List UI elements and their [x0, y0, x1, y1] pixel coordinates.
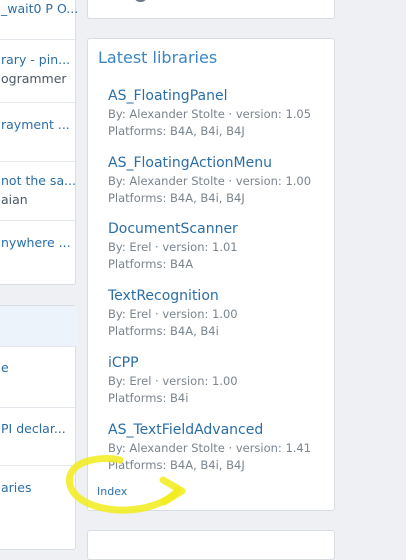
library-platforms: Platforms: B4A, B4i [108, 324, 219, 338]
library-name-link[interactable]: AS_TextFieldAdvanced [108, 421, 333, 440]
list-item-line1: nywhere ... [1, 235, 71, 250]
library-author: By: Alexander Stolte · version: 1.41 [108, 441, 312, 455]
library-item: AS_FloatingPanel By: Alexander Stolte · … [108, 87, 333, 140]
list-item-line1: e [1, 360, 9, 375]
library-author: By: Erel · version: 1.00 [108, 307, 238, 321]
search-icon[interactable] [134, 0, 147, 2]
library-author: By: Alexander Stolte · version: 1.05 [108, 107, 312, 121]
library-author: By: Erel · version: 1.01 [108, 240, 238, 254]
list-item[interactable]: rayment ... [0, 102, 77, 162]
left-secondary-list: e PI declar... aries [0, 305, 77, 550]
library-item: AS_TextFieldAdvanced By: Alexander Stolt… [108, 421, 333, 474]
panel-title: Latest libraries [98, 48, 218, 67]
library-platforms: Platforms: B4A, B4i, B4J [108, 458, 245, 472]
library-platforms: Platforms: B4A, B4i, B4J [108, 124, 245, 138]
list-item-line1: _wait0 P O... [1, 1, 77, 16]
list-item-line2: aian [1, 192, 28, 207]
list-item-line1: rayment ... [1, 117, 70, 132]
list-item-line1: not the sa... [1, 173, 77, 188]
library-name-link[interactable]: DocumentScanner [108, 220, 333, 239]
library-item: DocumentScanner By: Erel · version: 1.01… [108, 220, 333, 273]
library-platforms: Platforms: B4A [108, 257, 194, 271]
bottom-right-panel [87, 530, 335, 560]
library-name-link[interactable]: AS_FloatingPanel [108, 87, 333, 106]
list-item-line1: rary - pin... [1, 52, 71, 67]
list-item-line2: ogrammer [1, 71, 67, 86]
library-name-link[interactable]: TextRecognition [108, 287, 333, 306]
index-link[interactable]: Index [97, 485, 127, 498]
library-name-link[interactable]: AS_FloatingActionMenu [108, 154, 333, 173]
library-platforms: Platforms: B4A, B4i, B4J [108, 191, 245, 205]
list-item[interactable]: e [0, 346, 77, 407]
list-item[interactable]: rary - pin... ogrammer [0, 39, 77, 100]
library-item: TextRecognition By: Erel · version: 1.00… [108, 287, 333, 340]
list-item[interactable]: nywhere ... [0, 220, 77, 286]
library-author: By: Alexander Stolte · version: 1.00 [108, 174, 312, 188]
panel-header [0, 306, 77, 347]
library-item: AS_FloatingActionMenu By: Alexander Stol… [108, 154, 333, 207]
list-item[interactable]: PI declar... [0, 407, 77, 465]
top-right-panel [87, 0, 335, 19]
list-item-line1: PI declar... [1, 421, 66, 436]
list-item-line1: aries [1, 480, 32, 495]
left-thread-list: _wait0 P O... rary - pin... ogrammer ray… [0, 0, 77, 286]
latest-libraries-panel: Latest libraries AS_FloatingPanel By: Al… [87, 38, 335, 511]
library-platforms: Platforms: B4i [108, 391, 189, 405]
list-item[interactable]: _wait0 P O... [0, 0, 77, 40]
list-item[interactable]: aries [0, 465, 77, 525]
library-author: By: Erel · version: 1.00 [108, 374, 238, 388]
library-name-link[interactable]: iCPP [108, 354, 333, 373]
library-item: iCPP By: Erel · version: 1.00 Platforms:… [108, 354, 333, 407]
list-item[interactable]: not the sa... aian [0, 161, 77, 221]
